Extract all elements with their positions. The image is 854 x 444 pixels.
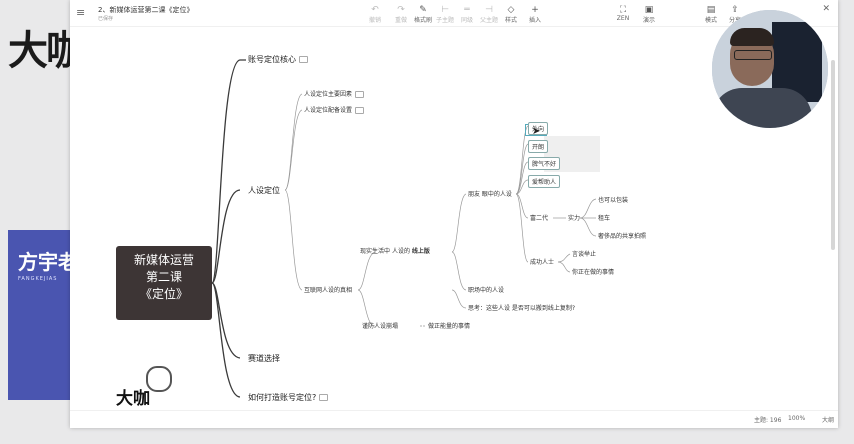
topic-rich2-item[interactable]: 也可以包装 <box>598 195 628 204</box>
root-topic[interactable]: 新媒体运营 第二课 《定位》 <box>116 246 212 320</box>
topic-persona-config[interactable]: 人设定位配备设置 <box>304 105 365 114</box>
topic-success[interactable]: 成功人士 <box>530 257 554 266</box>
note-icon <box>355 107 365 114</box>
topic-temper[interactable]: 脾气不好 <box>528 157 561 170</box>
topic-kind[interactable]: 开朗 <box>528 140 549 153</box>
note-icon <box>355 91 365 98</box>
background-panel-subtitle: FANGKEJIAS <box>18 276 58 282</box>
topic-howto[interactable]: 如何打造账号定位? <box>248 392 329 403</box>
topic-rich2-item[interactable]: 租车 <box>598 213 610 222</box>
zoom-level[interactable]: 100% <box>788 415 805 422</box>
note-icon <box>319 394 329 401</box>
topic-persona-truth[interactable]: 互联网人设的真相 <box>304 285 352 294</box>
topic-track[interactable]: 赛道选择 <box>248 353 280 364</box>
topic-positive[interactable]: 做正能量的事情 <box>428 321 470 330</box>
vertical-scrollbar[interactable] <box>831 60 835 250</box>
topic-real-life[interactable]: 现实生活中 人设的 线上版 <box>360 246 430 255</box>
topic-success-item[interactable]: 言谈举止 <box>572 249 596 258</box>
topic-think[interactable]: 思考：这些人设 是否可以搬到线上复制? <box>468 303 575 312</box>
topic-rich2-item[interactable]: 奢侈品的共享拍照 <box>598 231 646 240</box>
topic-workplace[interactable]: 职场中的人设 <box>468 285 504 294</box>
topic-friends-eyes[interactable]: 朋友 眼中的人设 <box>468 189 512 198</box>
mouse-cursor-icon: ➤ <box>532 126 541 137</box>
topic-count: 主题: 196 <box>754 417 782 424</box>
topic-helpful[interactable]: 爱帮助人 <box>528 175 561 188</box>
status-bar: 主题: 196 100% 大纲 <box>70 410 838 429</box>
watermark-logo: 大咖 <box>116 389 150 409</box>
webcam-overlay <box>712 10 828 128</box>
topic-rich2[interactable]: 富二代 <box>530 213 548 222</box>
topic-persona-factors[interactable]: 人设定位主要因素 <box>304 89 365 98</box>
topic-success-item[interactable]: 你正在做的事情 <box>572 267 614 276</box>
topic-persona[interactable]: 人设定位 <box>248 185 280 196</box>
outline-view-button[interactable]: 大纲 <box>822 415 834 424</box>
note-icon <box>299 56 308 63</box>
topic-collapse[interactable]: 谨防人设崩塌 <box>362 321 398 330</box>
topic-account-core[interactable]: 账号定位核心 <box>248 54 308 65</box>
topic-strength[interactable]: 实力 <box>568 213 580 222</box>
background-panel-title: 方宇老 <box>18 250 78 274</box>
